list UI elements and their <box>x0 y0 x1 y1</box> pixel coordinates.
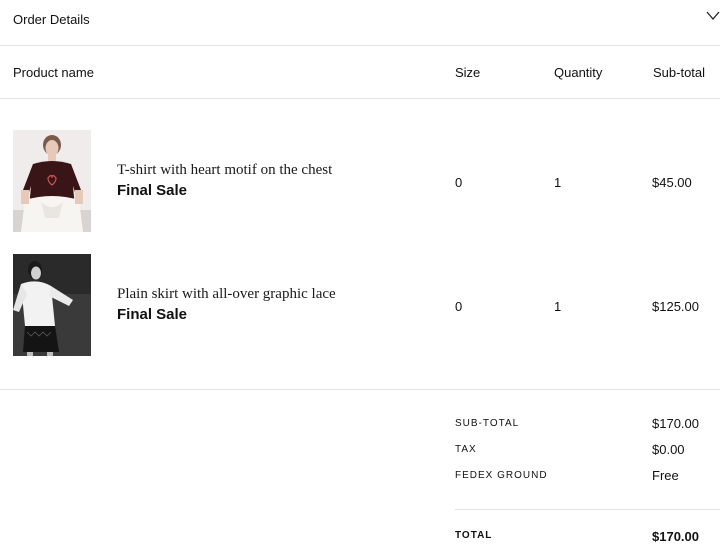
item-size: 0 <box>455 175 463 190</box>
item-subtotal: $45.00 <box>652 175 692 190</box>
item-quantity: 1 <box>554 299 562 314</box>
column-product-name: Product name <box>13 65 94 80</box>
summary-total-label: TOTAL <box>455 530 493 541</box>
summary-tax-value: $0.00 <box>652 442 685 457</box>
final-sale-label: Final Sale <box>117 306 188 323</box>
product-image[interactable] <box>13 130 91 232</box>
product-image[interactable] <box>13 254 91 356</box>
summary-shipping-value: Free <box>652 468 679 483</box>
item-quantity: 1 <box>554 175 562 190</box>
order-details-title: Order Details <box>13 12 90 27</box>
summary-tax-label: TAX <box>455 444 477 455</box>
product-name-link[interactable]: Plain skirt with all-over graphic lace <box>117 286 336 303</box>
column-subtotal: Sub-total <box>653 65 706 80</box>
summary-shipping-label: FEDEX GROUND <box>455 470 548 481</box>
chevron-down-icon[interactable] <box>706 10 720 22</box>
summary-total-value: $170.00 <box>652 529 699 544</box>
item-size: 0 <box>455 299 463 314</box>
order-details-header[interactable]: Order Details <box>0 0 720 46</box>
column-size: Size <box>455 65 481 80</box>
section-divider <box>0 389 720 390</box>
item-subtotal: $125.00 <box>652 299 699 314</box>
summary-divider <box>455 509 720 510</box>
column-quantity: Quantity <box>554 65 603 80</box>
order-details-page: Product name Size Quantity Sub-total Ord… <box>0 0 720 560</box>
summary-subtotal-label: SUB-TOTAL <box>455 418 520 429</box>
summary-subtotal-value: $170.00 <box>652 416 699 431</box>
table-row: Plain skirt with all-over graphic lace F… <box>0 254 720 356</box>
final-sale-label: Final Sale <box>117 182 188 199</box>
product-name-link[interactable]: T-shirt with heart motif on the chest <box>117 162 332 179</box>
table-row: T-shirt with heart motif on the chest Fi… <box>0 130 720 232</box>
